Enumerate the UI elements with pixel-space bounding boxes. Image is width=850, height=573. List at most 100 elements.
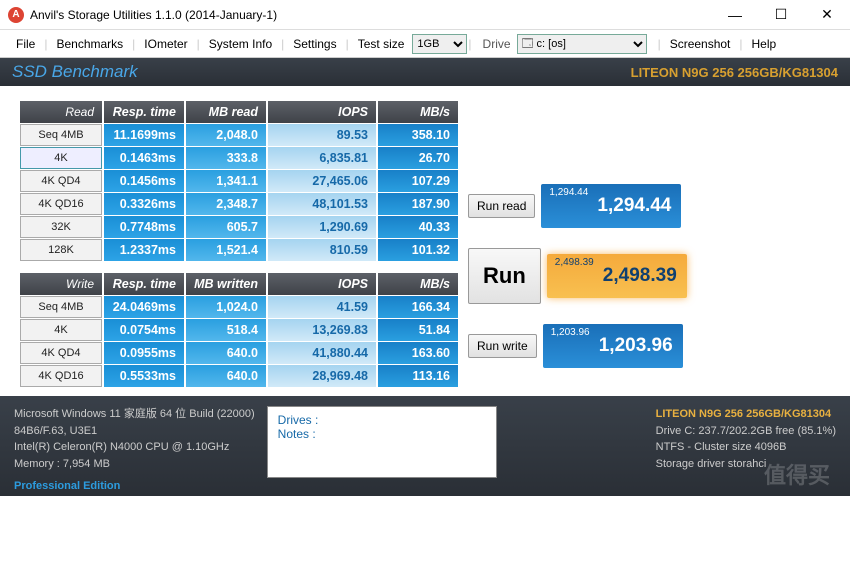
- col-iops: IOPS: [268, 273, 376, 295]
- table-row: Seq 4MB24.0469ms1,024.041.59166.34: [20, 296, 458, 318]
- col-mbs: MB/s: [378, 273, 458, 295]
- mbs-cell: 40.33: [378, 216, 458, 238]
- write-score: 1,203.96 1,203.96: [543, 324, 683, 368]
- row-label[interactable]: Seq 4MB: [20, 124, 102, 146]
- mb-cell: 1,521.4: [186, 239, 266, 261]
- mb-cell: 640.0: [186, 365, 266, 387]
- row-label[interactable]: 4K QD16: [20, 365, 102, 387]
- row-label[interactable]: 4K: [20, 147, 102, 169]
- col-resp: Resp. time: [104, 273, 184, 295]
- main-area: Read Resp. time MB read IOPS MB/s Seq 4M…: [0, 86, 850, 396]
- table-row: Seq 4MB11.1699ms2,048.089.53358.10: [20, 124, 458, 146]
- row-label[interactable]: 4K QD4: [20, 170, 102, 192]
- col-mbread: MB read: [186, 101, 266, 123]
- iops-cell: 28,969.48: [268, 365, 376, 387]
- mem-line: Memory : 7,954 MB: [14, 456, 255, 473]
- resp-cell: 1.2337ms: [104, 239, 184, 261]
- window-title: Anvil's Storage Utilities 1.1.0 (2014-Ja…: [30, 8, 712, 22]
- menubar: File| Benchmarks| IOmeter| System Info| …: [0, 30, 850, 58]
- mb-cell: 1,024.0: [186, 296, 266, 318]
- menu-file[interactable]: File: [8, 34, 43, 54]
- mb-cell: 605.7: [186, 216, 266, 238]
- menu-testsize-label: Test size: [350, 34, 413, 54]
- read-table: Read Resp. time MB read IOPS MB/s Seq 4M…: [18, 100, 460, 262]
- test-size-select[interactable]: 1GB: [412, 34, 467, 54]
- total-score-value: 2,498.39: [603, 265, 677, 287]
- table-row: 32K0.7748ms605.71,290.6940.33: [20, 216, 458, 238]
- device-name: LITEON N9G 256 256GB/KG81304: [631, 65, 838, 80]
- mbs-cell: 26.70: [378, 147, 458, 169]
- read-score: 1,294.44 1,294.44: [541, 184, 681, 228]
- mbs-cell: 113.16: [378, 365, 458, 387]
- menu-settings[interactable]: Settings: [285, 34, 344, 54]
- mbs-cell: 187.90: [378, 193, 458, 215]
- mb-cell: 333.8: [186, 147, 266, 169]
- app-icon: A: [8, 7, 24, 23]
- table-row: 4K0.0754ms518.413,269.8351.84: [20, 319, 458, 341]
- col-mbs: MB/s: [378, 101, 458, 123]
- read-score-mini: 1,294.44: [549, 187, 588, 198]
- window-titlebar: A Anvil's Storage Utilities 1.1.0 (2014-…: [0, 0, 850, 30]
- run-read-button[interactable]: Run read: [468, 194, 535, 218]
- write-score-value: 1,203.96: [599, 335, 673, 357]
- table-row: 4K QD160.3326ms2,348.748,101.53187.90: [20, 193, 458, 215]
- os-line: Microsoft Windows 11 家庭版 64 位 Build (220…: [14, 406, 255, 423]
- menu-drive-label: Drive: [473, 37, 517, 51]
- resp-cell: 0.1463ms: [104, 147, 184, 169]
- notes-box[interactable]: Drives : Notes :: [267, 406, 497, 478]
- col-iops: IOPS: [268, 101, 376, 123]
- mb-cell: 518.4: [186, 319, 266, 341]
- total-score-mini: 2,498.39: [555, 257, 594, 268]
- footer-ntfs: NTFS - Cluster size 4096B: [656, 439, 836, 456]
- menu-help[interactable]: Help: [744, 34, 785, 54]
- mb-cell: 2,048.0: [186, 124, 266, 146]
- benchmark-title: SSD Benchmark: [12, 62, 138, 82]
- mbs-cell: 163.60: [378, 342, 458, 364]
- mbs-cell: 166.34: [378, 296, 458, 318]
- menu-iometer[interactable]: IOmeter: [136, 34, 195, 54]
- table-row: 4K QD40.1456ms1,341.127,465.06107.29: [20, 170, 458, 192]
- row-label[interactable]: 4K QD4: [20, 342, 102, 364]
- footer-device: LITEON N9G 256 256GB/KG81304: [656, 406, 836, 423]
- resp-cell: 0.1456ms: [104, 170, 184, 192]
- menu-screenshot[interactable]: Screenshot: [662, 34, 739, 54]
- table-row: 4K QD40.0955ms640.041,880.44163.60: [20, 342, 458, 364]
- run-write-button[interactable]: Run write: [468, 334, 537, 358]
- mb-cell: 640.0: [186, 342, 266, 364]
- resp-cell: 0.5533ms: [104, 365, 184, 387]
- minimize-button[interactable]: —: [712, 0, 758, 30]
- read-score-value: 1,294.44: [597, 195, 671, 217]
- write-score-mini: 1,203.96: [551, 327, 590, 338]
- run-panel: Run read 1,294.44 1,294.44 Run 2,498.39 …: [468, 100, 687, 388]
- row-label[interactable]: 4K QD16: [20, 193, 102, 215]
- notes-label: Notes :: [278, 427, 486, 441]
- iops-cell: 41,880.44: [268, 342, 376, 364]
- menu-benchmarks[interactable]: Benchmarks: [48, 34, 131, 54]
- row-label[interactable]: 4K: [20, 319, 102, 341]
- maximize-button[interactable]: ☐: [758, 0, 804, 30]
- footer: Microsoft Windows 11 家庭版 64 位 Build (220…: [0, 396, 850, 496]
- row-label[interactable]: 128K: [20, 239, 102, 261]
- resp-cell: 0.3326ms: [104, 193, 184, 215]
- row-label[interactable]: Seq 4MB: [20, 296, 102, 318]
- menu-sysinfo[interactable]: System Info: [201, 34, 280, 54]
- iops-cell: 89.53: [268, 124, 376, 146]
- resp-cell: 0.0754ms: [104, 319, 184, 341]
- drives-label: Drives :: [278, 413, 486, 427]
- footer-drivec: Drive C: 237.7/202.2GB free (85.1%): [656, 423, 836, 440]
- mbs-cell: 51.84: [378, 319, 458, 341]
- resp-cell: 11.1699ms: [104, 124, 184, 146]
- mbs-cell: 107.29: [378, 170, 458, 192]
- close-button[interactable]: ✕: [804, 0, 850, 30]
- drive-select[interactable]: 🗔 c: [os]: [517, 34, 647, 54]
- resp-cell: 0.0955ms: [104, 342, 184, 364]
- col-read: Read: [20, 101, 102, 123]
- iops-cell: 13,269.83: [268, 319, 376, 341]
- run-button[interactable]: Run: [468, 248, 541, 304]
- sys-line: 84B6/F.63, U3E1: [14, 423, 255, 440]
- row-label[interactable]: 32K: [20, 216, 102, 238]
- col-write: Write: [20, 273, 102, 295]
- table-row: 4K0.1463ms333.86,835.8126.70: [20, 147, 458, 169]
- edition-label: Professional Edition: [14, 478, 255, 495]
- table-row: 4K QD160.5533ms640.028,969.48113.16: [20, 365, 458, 387]
